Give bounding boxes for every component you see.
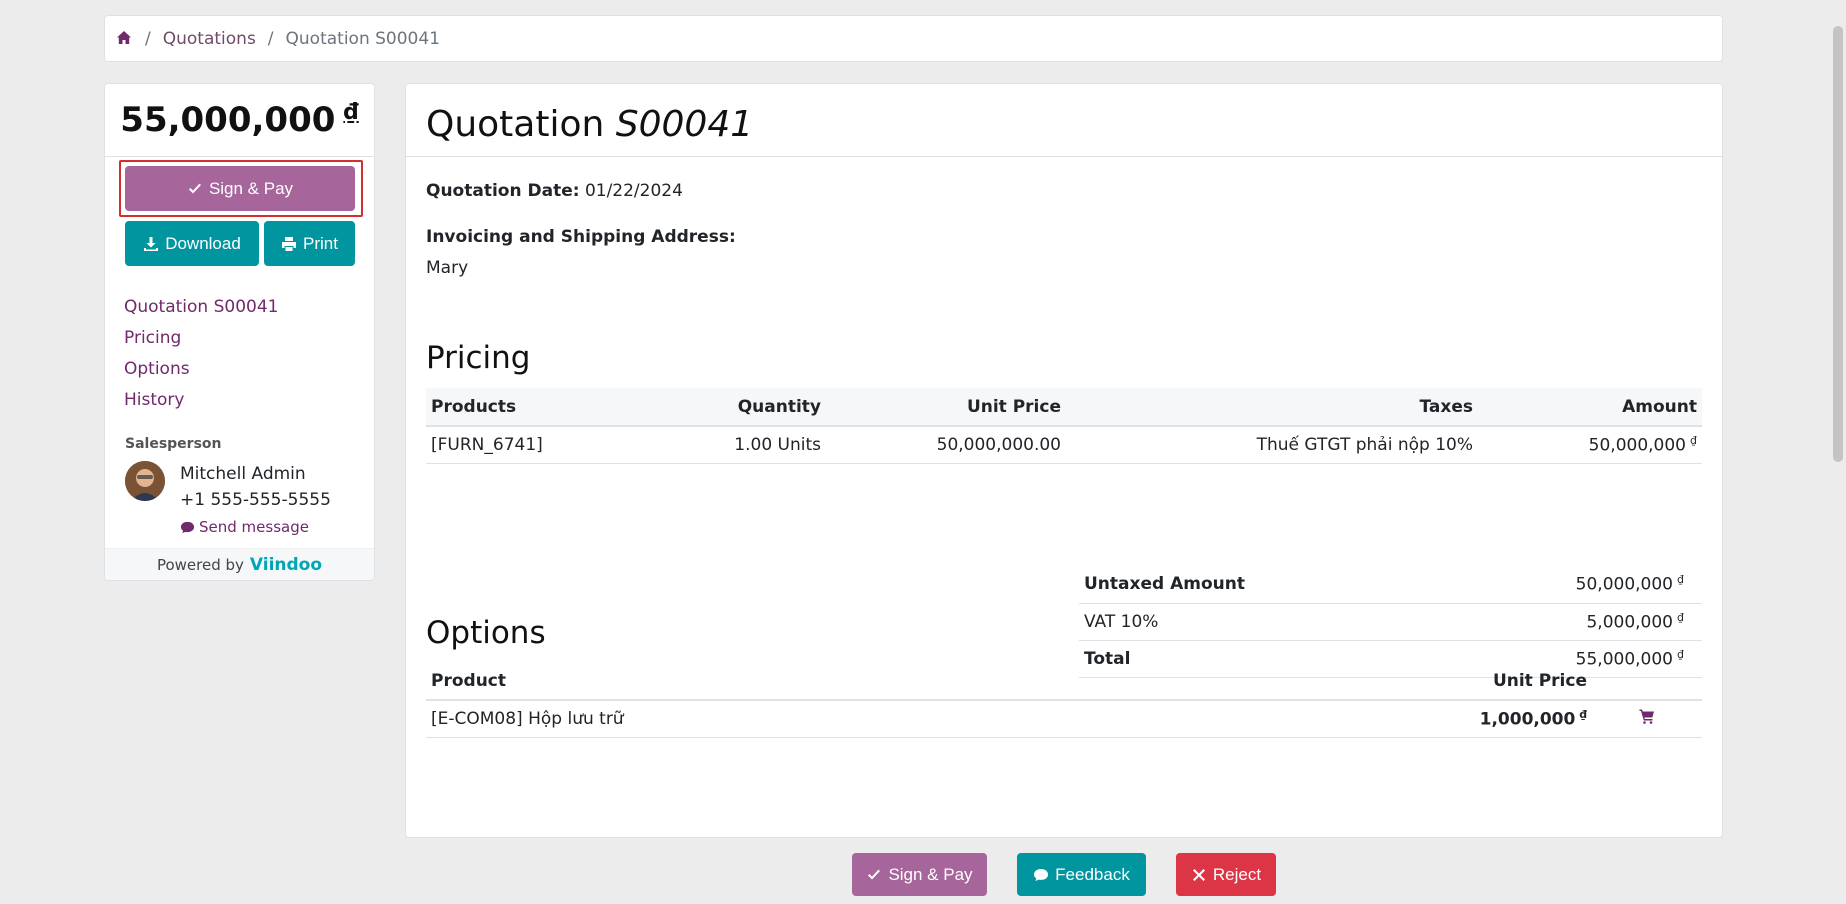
pricing-heading: Pricing — [426, 340, 531, 376]
pricing-table: Products Quantity Unit Price Taxes Amoun… — [426, 388, 1702, 464]
col-amount: Amount — [1478, 388, 1702, 427]
shopping-cart-icon[interactable] — [1639, 709, 1655, 729]
breadcrumb: / Quotations / Quotation S00041 — [104, 15, 1723, 62]
row-unit-price: 50,000,000.00 — [826, 426, 1066, 464]
check-icon — [868, 869, 881, 879]
nav-history[interactable]: History — [124, 385, 278, 416]
breadcrumb-separator: / — [267, 28, 274, 49]
untaxed-value: 50,000,000 — [1575, 575, 1673, 596]
col-quantity: Quantity — [626, 388, 826, 427]
title-prefix: Quotation — [426, 104, 605, 145]
table-header-row: Products Quantity Unit Price Taxes Amoun… — [426, 388, 1702, 427]
feedback-label: Feedback — [1055, 864, 1130, 884]
col-actions — [1592, 662, 1702, 701]
amount-value: 55,000,000 — [120, 100, 336, 140]
breadcrumb-separator: / — [145, 28, 151, 49]
scrollbar-thumb[interactable] — [1833, 26, 1843, 462]
print-label: Print — [303, 233, 338, 253]
sidebar: 55,000,000 ₫ Sign & Pay Download Print Q… — [104, 83, 375, 581]
currency-symbol: ₫ — [1677, 573, 1684, 587]
download-icon — [144, 236, 159, 251]
quotation-date: Quotation Date: 01/22/2024 — [426, 181, 683, 201]
option-add-cell — [1592, 700, 1702, 738]
feedback-button[interactable]: Feedback — [1017, 853, 1146, 896]
powered-by-footer: Powered by Viindoo — [105, 548, 374, 580]
bottom-sign-pay-button[interactable]: Sign & Pay — [852, 853, 987, 896]
salesperson-name: Mitchell Admin — [180, 464, 306, 484]
nav-options[interactable]: Options — [124, 354, 278, 385]
breadcrumb-quotations-link[interactable]: Quotations — [163, 29, 256, 49]
comment-icon — [180, 521, 195, 533]
salesperson-label: Salesperson — [125, 436, 222, 452]
currency-symbol: ₫ — [343, 99, 359, 125]
print-button[interactable]: Print — [264, 221, 355, 266]
breadcrumb-current: Quotation S00041 — [285, 28, 441, 49]
currency-symbol: ₫ — [1579, 707, 1587, 721]
option-price-value: 1,000,000 — [1479, 709, 1576, 730]
powered-by-text: Powered by — [156, 555, 244, 574]
vat-value: 5,000,000 — [1586, 612, 1673, 633]
title-number: S00041 — [615, 104, 754, 145]
send-message-link[interactable]: Send message — [180, 518, 309, 536]
reject-button[interactable]: Reject — [1176, 853, 1276, 896]
untaxed-row: Untaxed Amount 50,000,000 ₫ — [1079, 566, 1702, 604]
print-icon — [282, 236, 297, 251]
date-label: Quotation Date: — [426, 181, 580, 201]
untaxed-amount: 50,000,000 ₫ — [1442, 566, 1702, 604]
currency-symbol: ₫ — [1690, 433, 1697, 447]
vat-label: VAT 10% — [1079, 603, 1443, 641]
download-label: Download — [165, 233, 241, 253]
avatar — [125, 461, 165, 501]
col-option-unit-price: Unit Price — [1412, 662, 1592, 701]
check-icon — [188, 183, 201, 193]
close-icon — [1192, 868, 1205, 881]
row-quantity: 1.00 Units — [626, 426, 826, 464]
date-value: 01/22/2024 — [584, 181, 683, 201]
page-scrollbar[interactable] — [1830, 0, 1846, 904]
sidebar-total-amount: 55,000,000 ₫ — [105, 84, 374, 157]
table-row: [E-COM08] Hộp lưu trữ 1,000,000 ₫ — [426, 700, 1702, 738]
totals-table: Untaxed Amount 50,000,000 ₫ VAT 10% 5,000… — [1079, 566, 1702, 678]
nav-pricing[interactable]: Pricing — [124, 323, 278, 354]
address-label: Invoicing and Shipping Address: — [426, 227, 736, 247]
row-taxes: Thuế GTGT phải nộp 10% — [1066, 426, 1478, 464]
page-title: Quotation S00041 — [426, 104, 753, 145]
home-icon[interactable] — [116, 30, 133, 47]
salesperson-phone: +1 555-555-5555 — [180, 490, 331, 510]
sidebar-sign-pay-button[interactable]: Sign & Pay — [125, 166, 355, 211]
vat-row: VAT 10% 5,000,000 ₫ — [1079, 603, 1702, 641]
currency-symbol: ₫ — [1677, 610, 1684, 624]
col-product: Product — [426, 662, 1412, 701]
option-unit-price: 1,000,000 ₫ — [1412, 700, 1592, 738]
brand-logo[interactable]: Viindoo — [250, 555, 322, 575]
bottom-sign-pay-label: Sign & Pay — [888, 864, 973, 884]
option-product: [E-COM08] Hộp lưu trữ — [426, 700, 1412, 738]
address-value: Mary — [426, 258, 469, 278]
title-divider — [406, 156, 1722, 157]
quotation-panel: Quotation S00041 Quotation Date: 01/22/2… — [405, 83, 1723, 838]
col-unit-price: Unit Price — [826, 388, 1066, 427]
vat-amount: 5,000,000 ₫ — [1442, 603, 1702, 641]
table-header-row: Product Unit Price — [426, 662, 1702, 701]
reject-label: Reject — [1212, 864, 1262, 884]
currency-symbol: ₫ — [1677, 647, 1684, 661]
options-table: Product Unit Price [E-COM08] Hộp lưu trữ… — [426, 662, 1702, 738]
comment-icon — [1034, 868, 1049, 881]
row-amount-value: 50,000,000 — [1588, 435, 1686, 456]
sidebar-nav: Quotation S00041 Pricing Options History — [124, 292, 278, 416]
col-products: Products — [426, 388, 626, 427]
row-amount: 50,000,000 ₫ — [1478, 426, 1702, 464]
col-taxes: Taxes — [1066, 388, 1478, 427]
table-row: [FURN_6741] 1.00 Units 50,000,000.00 Thu… — [426, 426, 1702, 464]
nav-quotation[interactable]: Quotation S00041 — [124, 292, 278, 323]
send-message-label: Send message — [199, 518, 309, 536]
sign-pay-label: Sign & Pay — [208, 178, 294, 198]
row-product: [FURN_6741] — [426, 426, 626, 464]
untaxed-label: Untaxed Amount — [1079, 566, 1443, 604]
options-heading: Options — [426, 615, 546, 651]
download-button[interactable]: Download — [125, 221, 259, 266]
